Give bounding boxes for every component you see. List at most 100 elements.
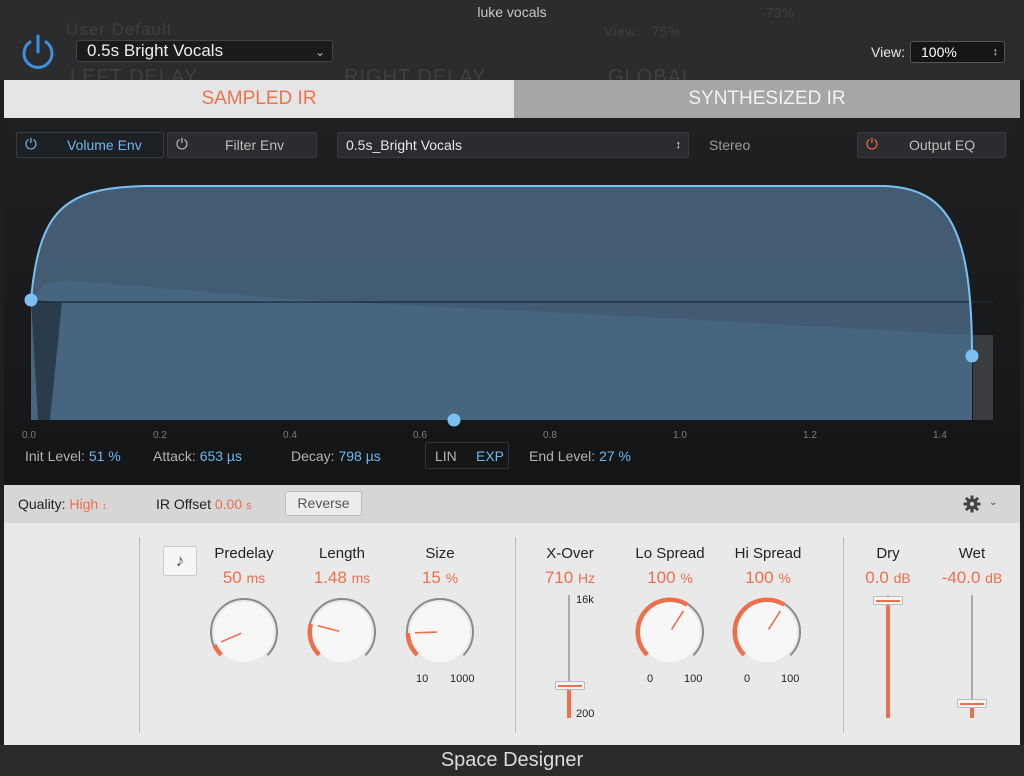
axis-tick: 1.4 bbox=[933, 430, 947, 441]
length-unit: ms bbox=[351, 570, 371, 586]
quality-control[interactable]: Quality: High ↕ bbox=[18, 496, 107, 512]
quality-label: Quality: bbox=[18, 496, 66, 512]
knob-face bbox=[312, 602, 372, 662]
ghost-preset: User Default bbox=[66, 20, 173, 39]
axis-tick: 0.2 bbox=[153, 430, 167, 441]
axis-tick: 0.4 bbox=[283, 430, 297, 441]
lo-spread-value-display: 100 % bbox=[628, 568, 712, 588]
preset-selector[interactable]: 0.5s Bright Vocals ⌄ bbox=[76, 40, 333, 62]
view-zoom-selector[interactable]: 100% ↕ bbox=[910, 41, 1005, 63]
lo-spread-max: 100 bbox=[684, 673, 703, 685]
power-icon: ⏻ bbox=[176, 136, 188, 153]
size-knob[interactable] bbox=[404, 596, 476, 668]
hi-spread-min: 0 bbox=[744, 673, 751, 685]
size-value: 15 bbox=[421, 568, 441, 587]
envelope-tail-region bbox=[973, 335, 993, 420]
predelay-value-display: 50 ms bbox=[204, 568, 284, 588]
ghost-right-delay: RIGHT DELAY bbox=[344, 66, 487, 80]
stereo-label: Stereo bbox=[709, 137, 751, 153]
size-max: 1000 bbox=[450, 673, 475, 685]
volume-env-button[interactable]: ⏻ Volume Env bbox=[16, 132, 164, 158]
xover-value-display: 710 Hz bbox=[530, 568, 610, 588]
dry-unit: dB bbox=[893, 570, 911, 586]
attack-param[interactable]: Attack: 653 µs bbox=[153, 448, 242, 464]
output-eq-button[interactable]: ⏻ Output EQ bbox=[857, 132, 1006, 158]
lin-button[interactable]: LIN bbox=[435, 448, 457, 464]
gear-icon[interactable] bbox=[963, 495, 981, 513]
end-level-handle[interactable] bbox=[965, 349, 979, 363]
filter-env-button[interactable]: ⏻ Filter Env bbox=[167, 132, 317, 158]
chevron-down-icon[interactable]: ⌄ bbox=[989, 497, 997, 508]
music-note-icon[interactable]: ♪ bbox=[163, 546, 197, 576]
predelay-knob[interactable] bbox=[208, 596, 280, 668]
dry-value: 0.0 bbox=[865, 568, 889, 587]
exp-button[interactable]: EXP bbox=[476, 448, 504, 464]
xover-slider-thumb[interactable] bbox=[555, 680, 585, 690]
end-level-label: End Level: bbox=[529, 448, 596, 464]
filter-env-label: Filter Env bbox=[225, 137, 285, 153]
envelope-display[interactable] bbox=[4, 170, 1004, 430]
end-level-param[interactable]: End Level: 27 % bbox=[529, 448, 631, 464]
preset-name: 0.5s Bright Vocals bbox=[87, 41, 224, 60]
predelay-unit: ms bbox=[246, 570, 266, 586]
knob-face bbox=[640, 602, 700, 662]
lo-spread-unit: % bbox=[680, 570, 693, 586]
tab-synthesized-ir[interactable]: SYNTHESIZED IR bbox=[514, 80, 1020, 118]
attack-label: Attack: bbox=[153, 448, 196, 464]
axis-tick: 0.0 bbox=[22, 430, 36, 441]
wet-fader-thumb[interactable] bbox=[957, 699, 987, 709]
power-icon: ⏻ bbox=[866, 136, 878, 153]
ghost-global: GLOBAL bbox=[608, 66, 695, 80]
ir-offset-value: 0.00 bbox=[214, 496, 243, 512]
init-level-label: Init Level: bbox=[25, 448, 85, 464]
hi-spread-max: 100 bbox=[781, 673, 800, 685]
up-down-chevron-icon: ↕ bbox=[102, 501, 108, 512]
init-level-handle[interactable] bbox=[24, 293, 38, 307]
dry-fader-thumb[interactable] bbox=[873, 595, 903, 605]
xover-min: 200 bbox=[576, 708, 595, 720]
wet-value: -40.0 bbox=[941, 568, 981, 587]
decay-param[interactable]: Decay: 798 µs bbox=[291, 448, 381, 464]
dry-label: Dry bbox=[876, 545, 900, 562]
wet-value-display: -40.0 dB bbox=[932, 568, 1012, 588]
divider bbox=[139, 537, 140, 733]
decay-label: Decay: bbox=[291, 448, 335, 464]
decay-value: 798 µs bbox=[338, 448, 381, 464]
init-level-param[interactable]: Init Level: 51 % bbox=[25, 448, 121, 464]
ir-file-selector[interactable]: 0.5s_Bright Vocals ↕ bbox=[337, 132, 689, 158]
xover-max: 16k bbox=[576, 594, 594, 606]
tab-sampled-ir[interactable]: SAMPLED IR bbox=[4, 80, 514, 118]
axis-tick: 1.0 bbox=[673, 430, 687, 441]
lo-spread-knob[interactable] bbox=[634, 596, 706, 668]
hi-spread-value-display: 100 % bbox=[726, 568, 810, 588]
up-down-chevron-icon: ↕ bbox=[675, 139, 682, 151]
size-min: 10 bbox=[416, 673, 429, 685]
power-icon[interactable] bbox=[18, 32, 58, 72]
length-value-display: 1.48 ms bbox=[302, 568, 382, 588]
ghost-view-label: View: bbox=[604, 24, 641, 39]
axis-tick: 0.8 bbox=[543, 430, 557, 441]
hi-spread-unit: % bbox=[778, 570, 791, 586]
ir-offset-control[interactable]: IR Offset 0.00 s bbox=[156, 496, 252, 512]
predelay-value: 50 bbox=[222, 568, 242, 587]
ghost-view-value: 75% bbox=[652, 24, 682, 39]
length-knob[interactable] bbox=[306, 596, 378, 668]
plugin-name: Space Designer bbox=[440, 749, 584, 771]
ghost-left-delay: LEFT DELAY bbox=[70, 66, 199, 80]
size-unit: % bbox=[445, 570, 459, 586]
xover-unit: Hz bbox=[577, 570, 596, 586]
wet-label: Wet bbox=[958, 545, 986, 562]
reverse-button[interactable]: Reverse bbox=[285, 491, 362, 516]
axis-tick: 0.6 bbox=[413, 430, 427, 441]
dry-fader-fill bbox=[886, 599, 890, 718]
knob-face bbox=[214, 602, 274, 662]
divider bbox=[515, 537, 516, 733]
init-level-value: 51 % bbox=[88, 448, 121, 464]
xover-value: 710 bbox=[544, 568, 574, 587]
quality-value: High bbox=[69, 496, 99, 512]
hi-spread-knob[interactable] bbox=[731, 596, 803, 668]
size-label: Size bbox=[425, 545, 455, 562]
hi-spread-label: Hi Spread bbox=[734, 545, 802, 562]
decay-handle[interactable] bbox=[447, 413, 461, 427]
lo-spread-min: 0 bbox=[647, 673, 654, 685]
